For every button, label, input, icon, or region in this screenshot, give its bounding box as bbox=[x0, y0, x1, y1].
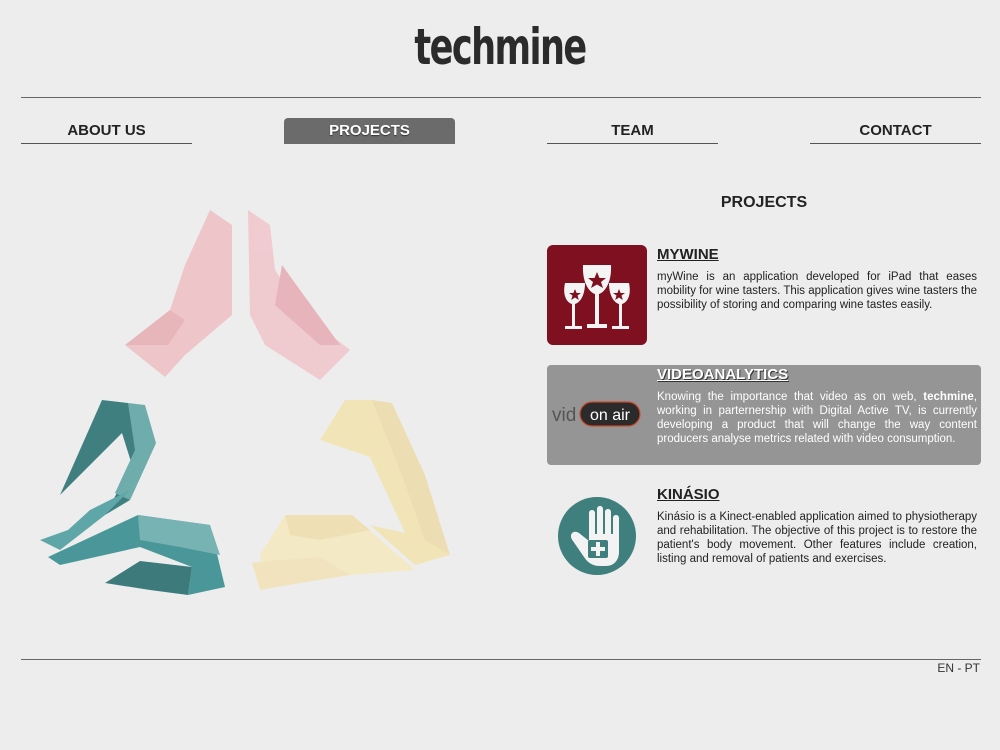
project-description: myWine is an application developed for i… bbox=[657, 271, 978, 311]
thumb-text-vid: vid bbox=[552, 405, 576, 426]
project-title[interactable]: MYWINE bbox=[657, 246, 719, 263]
project-kinasio[interactable]: KINÁSIO Kinásio is a Kinect-enabled appl… bbox=[547, 485, 981, 585]
projects-heading: PROJECTS bbox=[720, 194, 808, 211]
project-description: Kinásio is a Kinect-enabled application … bbox=[657, 511, 977, 565]
project-title[interactable]: VIDEOANALYTICS bbox=[657, 366, 788, 383]
lang-separator: - bbox=[953, 661, 965, 675]
wine-glasses-icon bbox=[547, 245, 647, 345]
thumb-text-on-air: on air bbox=[590, 407, 631, 424]
nav-about-us[interactable]: ABOUT US bbox=[21, 118, 192, 144]
project-description: Knowing the importance that video as on … bbox=[657, 391, 977, 445]
lang-pt-link[interactable]: PT bbox=[965, 661, 980, 675]
header-divider bbox=[21, 97, 981, 98]
hand-plus-icon bbox=[558, 497, 636, 575]
nav-projects[interactable]: PROJECTS bbox=[284, 118, 455, 144]
lang-en-link[interactable]: EN bbox=[937, 661, 954, 675]
techmine-emblem-icon bbox=[40, 210, 450, 595]
project-videoanalytics[interactable]: vid on air VIDEOANALYTICS Knowing the im… bbox=[547, 365, 981, 465]
project-mywine[interactable]: MYWINE myWine is an application develope… bbox=[547, 245, 981, 345]
footer-divider bbox=[21, 659, 981, 660]
nav-team[interactable]: TEAM bbox=[547, 118, 718, 144]
project-title[interactable]: KINÁSIO bbox=[657, 486, 720, 503]
language-switcher: EN - PT bbox=[937, 661, 980, 675]
brand-mention: techmine bbox=[923, 391, 974, 403]
on-air-icon: vid on air bbox=[552, 401, 641, 427]
site-logo[interactable]: techmine bbox=[110, 18, 890, 76]
nav-contact[interactable]: CONTACT bbox=[810, 118, 981, 144]
